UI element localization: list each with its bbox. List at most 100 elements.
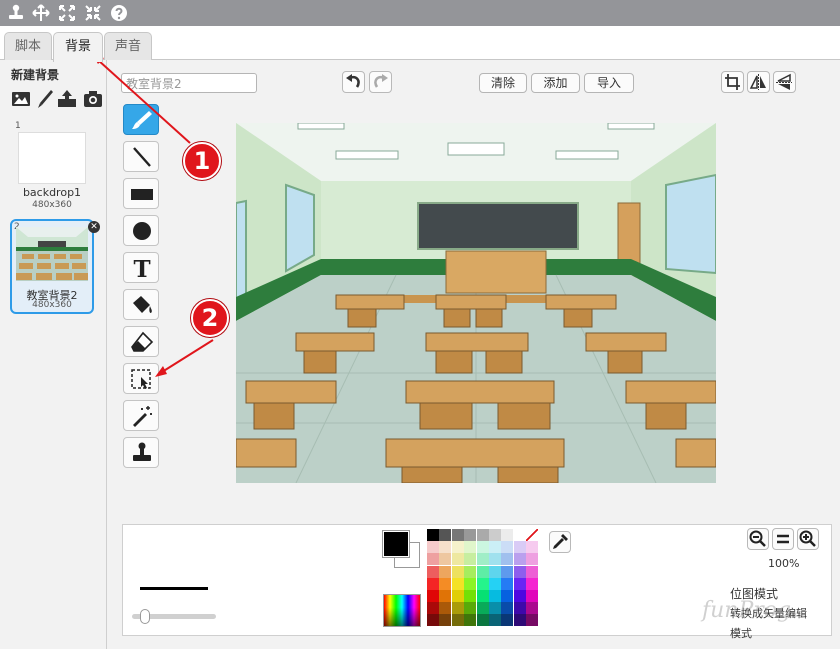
palette-color-swatch[interactable] (513, 553, 526, 566)
palette-color-swatch[interactable] (526, 614, 539, 627)
palette-color-swatch[interactable] (464, 529, 477, 541)
palette-color-swatch[interactable] (513, 529, 526, 541)
palette-color-swatch[interactable] (439, 529, 452, 541)
palette-color-swatch[interactable] (427, 553, 439, 566)
stamp-tool[interactable] (123, 437, 159, 468)
palette-color-swatch[interactable] (464, 577, 477, 590)
paint-canvas[interactable] (236, 123, 716, 483)
palette-color-swatch[interactable] (501, 565, 514, 578)
backdrop-thumbnail[interactable] (18, 132, 86, 184)
palette-color-swatch[interactable] (427, 602, 439, 615)
palette-color-swatch[interactable] (451, 590, 464, 602)
palette-color-swatch[interactable] (489, 553, 501, 566)
palette-color-swatch[interactable] (513, 577, 526, 590)
palette-color-swatch[interactable] (476, 602, 489, 615)
undo-button[interactable] (342, 71, 365, 93)
palette-color-swatch[interactable] (464, 553, 477, 566)
palette-color-swatch[interactable] (439, 553, 452, 566)
fill-tool[interactable] (123, 289, 159, 320)
palette-color-swatch[interactable] (513, 590, 526, 602)
rectangle-tool[interactable] (123, 178, 159, 209)
redo-button[interactable] (369, 71, 392, 93)
palette-color-swatch[interactable] (476, 577, 489, 590)
brush-tool[interactable] (123, 104, 159, 135)
clear-button[interactable]: 清除 (479, 73, 527, 93)
ellipse-tool[interactable] (123, 215, 159, 246)
stamp-icon[interactable] (6, 3, 26, 23)
transparent-color-swatch[interactable] (526, 529, 538, 541)
palette-color-swatch[interactable] (451, 529, 464, 541)
palette-color-swatch[interactable] (501, 602, 514, 615)
palette-color-swatch[interactable] (476, 553, 489, 566)
palette-color-swatch[interactable] (501, 590, 514, 602)
expand-icon[interactable] (57, 3, 77, 23)
palette-color-swatch[interactable] (464, 541, 477, 554)
text-tool[interactable]: T (123, 252, 159, 283)
palette-color-swatch[interactable] (489, 529, 501, 541)
paint-brush-icon[interactable] (34, 88, 56, 110)
palette-color-swatch[interactable] (489, 541, 501, 554)
magic-wand-tool[interactable] (123, 400, 159, 431)
palette-color-swatch[interactable] (526, 541, 539, 554)
add-button[interactable]: 添加 (531, 73, 580, 93)
camera-icon[interactable] (82, 88, 104, 110)
upload-icon[interactable] (56, 88, 78, 110)
palette-color-swatch[interactable] (489, 565, 501, 578)
palette-color-swatch[interactable] (427, 590, 439, 602)
palette-color-swatch[interactable] (513, 602, 526, 615)
shrink-icon[interactable] (83, 3, 103, 23)
palette-color-swatch[interactable] (501, 614, 514, 627)
palette-color-swatch[interactable] (476, 614, 489, 627)
palette-color-swatch[interactable] (526, 602, 539, 615)
palette-color-swatch[interactable] (451, 614, 464, 627)
palette-color-swatch[interactable] (427, 529, 439, 541)
palette-color-swatch[interactable] (464, 614, 477, 627)
flip-vertical-button[interactable] (773, 71, 796, 93)
grow-icon[interactable] (31, 3, 51, 23)
palette-color-swatch[interactable] (439, 577, 452, 590)
palette-color-swatch[interactable] (451, 577, 464, 590)
line-tool[interactable] (123, 141, 159, 172)
palette-color-swatch[interactable] (451, 565, 464, 578)
palette-color-swatch[interactable] (513, 614, 526, 627)
classroom-thumbnail[interactable] (16, 227, 88, 281)
palette-color-swatch[interactable] (451, 541, 464, 554)
palette-color-swatch[interactable] (526, 590, 539, 602)
palette-color-swatch[interactable] (427, 541, 439, 554)
crop-button[interactable] (721, 71, 744, 93)
tab-backdrops[interactable]: 背景 (53, 32, 103, 62)
color-spectrum-button[interactable] (383, 594, 421, 627)
image-library-icon[interactable] (10, 88, 32, 110)
palette-color-swatch[interactable] (427, 577, 439, 590)
palette-color-swatch[interactable] (513, 565, 526, 578)
tab-sounds[interactable]: 声音 (104, 32, 152, 61)
palette-color-swatch[interactable] (526, 565, 539, 578)
palette-color-swatch[interactable] (476, 541, 489, 554)
palette-color-swatch[interactable] (464, 565, 477, 578)
tab-scripts[interactable]: 脚本 (4, 32, 52, 61)
palette-color-swatch[interactable] (489, 577, 501, 590)
palette-color-swatch[interactable] (476, 565, 489, 578)
palette-color-swatch[interactable] (439, 614, 452, 627)
palette-color-swatch[interactable] (476, 529, 489, 541)
zoom-out-button[interactable] (747, 528, 769, 550)
costume-name-input[interactable] (121, 73, 257, 93)
eyedropper-button[interactable] (549, 531, 571, 553)
delete-backdrop-button[interactable]: ✕ (88, 221, 100, 233)
palette-color-swatch[interactable] (513, 541, 526, 554)
palette-color-swatch[interactable] (439, 565, 452, 578)
palette-color-swatch[interactable] (439, 602, 452, 615)
eraser-tool[interactable] (123, 326, 159, 357)
palette-color-swatch[interactable] (451, 602, 464, 615)
palette-color-swatch[interactable] (451, 553, 464, 566)
zoom-in-button[interactable] (797, 528, 819, 550)
palette-color-swatch[interactable] (501, 553, 514, 566)
palette-color-swatch[interactable] (427, 614, 439, 627)
help-icon[interactable] (109, 3, 129, 23)
palette-color-swatch[interactable] (489, 614, 501, 627)
import-button[interactable]: 导入 (584, 73, 634, 93)
flip-horizontal-button[interactable] (747, 71, 770, 93)
palette-color-swatch[interactable] (526, 577, 539, 590)
primary-color-swatch[interactable] (383, 531, 409, 557)
palette-color-swatch[interactable] (464, 590, 477, 602)
